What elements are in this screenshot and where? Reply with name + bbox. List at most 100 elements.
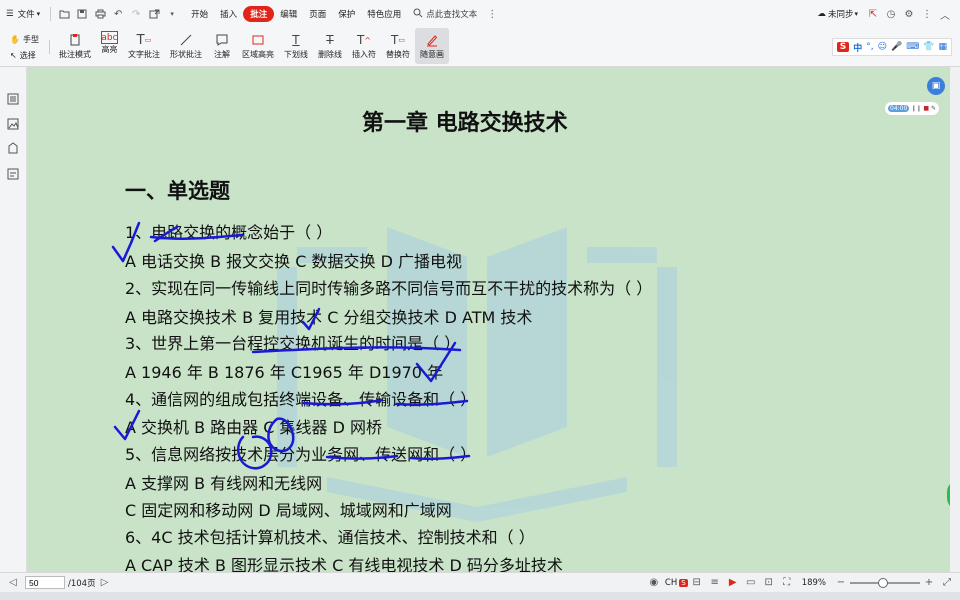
hand-tool[interactable]: ✋ 手型: [10, 34, 39, 45]
page-total: /104页: [68, 578, 96, 589]
more-chevron-icon[interactable]: ▾: [163, 5, 181, 23]
annotation-list-icon[interactable]: [6, 166, 20, 180]
section-heading: 一、单选题: [125, 179, 230, 203]
zoom-in-icon[interactable]: +: [920, 574, 938, 592]
ime-status-logo-icon[interactable]: S: [679, 578, 688, 587]
option-line: A 电路交换技术 B 复用技术 C 分组交换技术 D ATM 技术: [125, 308, 533, 327]
more-menu-icon[interactable]: ⋮: [918, 5, 936, 23]
tab-edit[interactable]: 编辑: [274, 4, 303, 24]
option-line: A CAP 技术 B 图形显示技术 C 有线电视技术 D 码分多址技术: [125, 556, 563, 572]
grid-icon[interactable]: ▦: [938, 42, 947, 52]
fit-width-icon[interactable]: ⊡: [760, 574, 778, 592]
shape-annotation-button[interactable]: 形状批注: [165, 28, 207, 64]
sync-status[interactable]: ☁ 未同步 ▾: [811, 4, 864, 24]
tab-page[interactable]: 页面: [303, 4, 332, 24]
save-icon[interactable]: [73, 5, 91, 23]
underline-button[interactable]: T 下划线: [279, 28, 313, 64]
question-line: 1、电路交换的概念始于（ ）: [125, 223, 333, 242]
outline-icon[interactable]: [6, 91, 20, 105]
bookmark-icon[interactable]: [6, 141, 20, 155]
float-assistant-icon[interactable]: ▣: [927, 77, 945, 95]
freehand-button[interactable]: 随意画: [414, 28, 449, 64]
tab-annotate[interactable]: 批注: [243, 6, 275, 22]
option-line: A 电话交换 B 报文交换 C 数据交换 D 广播电视: [125, 252, 463, 271]
page-title: 第一章 电路交换技术: [362, 111, 568, 136]
search-icon: [413, 8, 423, 21]
skin-icon[interactable]: 👕: [923, 42, 934, 52]
more-vertical-icon[interactable]: ⋮: [483, 5, 501, 23]
zoom-out-icon[interactable]: −: [832, 574, 850, 592]
page-number-input[interactable]: [25, 576, 65, 589]
area-highlight-button[interactable]: 区域高亮: [237, 28, 279, 64]
play-icon[interactable]: ▶: [724, 574, 742, 592]
zoom-level: 189%: [801, 577, 826, 588]
share-icon[interactable]: ⇱: [864, 5, 882, 23]
question-line: 4、通信网的组成包括终端设备、传输设备和（ ）: [125, 390, 477, 409]
tab-features[interactable]: 特色应用: [361, 4, 407, 24]
emoji-icon[interactable]: ☺: [878, 42, 887, 52]
microphone-icon[interactable]: 🎤: [891, 42, 902, 52]
eye-protection-icon[interactable]: ◉: [645, 574, 663, 592]
file-menu[interactable]: ☰ 文件 ▾: [0, 4, 46, 24]
print-icon[interactable]: [91, 5, 109, 23]
replace-button[interactable]: T ▭ 替换符: [381, 28, 415, 64]
search-box[interactable]: 点此查找文本: [407, 4, 483, 24]
insert-caret-button[interactable]: T ^ 插入符: [347, 28, 381, 64]
pen-icon: [422, 31, 442, 49]
annotation-toolbar: ✋ 手型 ↖ 选择 批注模式 abc 高亮 T ▭ 文字批注 形状批注 注解 区域高亮 T…: [0, 28, 960, 67]
text-annotation-button[interactable]: T ▭ 文字批注: [123, 28, 165, 64]
prev-page-icon[interactable]: ◁: [4, 574, 22, 592]
pause-icon[interactable]: ❙❙: [911, 105, 921, 112]
option-line: A 支撑网 B 有线网和无线网: [125, 474, 323, 493]
note-button[interactable]: 注解: [207, 28, 237, 64]
redo-icon[interactable]: ↷: [127, 5, 145, 23]
zoom-slider-thumb[interactable]: [878, 577, 888, 588]
thumbnail-icon[interactable]: [6, 116, 20, 130]
highlight-button[interactable]: abc 高亮: [96, 28, 123, 64]
undo-icon[interactable]: ↶: [109, 5, 127, 23]
question-line: 3、世界上第一台程控交换机诞生的时间是（ ）: [125, 334, 461, 353]
next-page-icon[interactable]: ▷: [96, 574, 114, 592]
ime-status[interactable]: CH: [665, 578, 677, 588]
divider: [50, 7, 52, 21]
zoom-slider[interactable]: [850, 577, 920, 588]
tab-start[interactable]: 开始: [185, 4, 214, 24]
strikethrough-icon: T: [326, 33, 334, 47]
tab-insert[interactable]: 插入: [214, 4, 243, 24]
punctuation-icon[interactable]: °,: [866, 42, 873, 52]
single-page-icon[interactable]: ▭: [742, 574, 760, 592]
chevron-down-icon: ▾: [36, 10, 41, 18]
cursor-icon: ↖: [10, 51, 17, 60]
collapse-icon[interactable]: ︿: [936, 5, 954, 23]
hamburger-icon: ☰: [6, 9, 14, 19]
menu-bar: ☰ 文件 ▾ ↶ ↷ ▾ 开始 插入 批注 编辑 页面 保护 特色应用 点此查找文本…: [0, 0, 960, 28]
mini-floating-panel[interactable]: 04:00 ❙❙ ■ ✎: [885, 102, 939, 115]
mini-badge: 04:00: [888, 105, 910, 112]
pen-small-icon[interactable]: ✎: [931, 105, 936, 112]
vertical-scrollbar[interactable]: [950, 67, 960, 572]
gear-icon[interactable]: ⚙: [900, 5, 918, 23]
comment-icon: [212, 31, 232, 49]
select-tool[interactable]: ↖ 选择: [10, 50, 39, 61]
open-icon[interactable]: [55, 5, 73, 23]
stop-icon[interactable]: ■: [923, 105, 929, 112]
option-line: C 固定网和移动网 D 局域网、城域网和广域网: [125, 501, 452, 520]
divider: [48, 40, 50, 54]
ime-toolbar[interactable]: S 中 °, ☺ 🎤 ⌨ 👕 ▦: [831, 38, 952, 56]
ime-logo: S: [836, 42, 850, 52]
fullscreen-icon[interactable]: ⛶: [778, 574, 796, 592]
tab-protect[interactable]: 保护: [332, 4, 361, 24]
clock-icon[interactable]: ◷: [882, 5, 900, 23]
strikethrough-button[interactable]: T 删除线: [313, 28, 347, 64]
keyboard-icon[interactable]: ⌨: [906, 42, 919, 52]
expand-icon[interactable]: ⤢: [938, 574, 956, 592]
underline-icon: T: [292, 33, 300, 47]
read-mode-icon[interactable]: ⊟: [688, 574, 706, 592]
left-sidebar: [0, 67, 27, 572]
export-icon[interactable]: [145, 5, 163, 23]
annotate-mode-button[interactable]: 批注模式: [54, 28, 96, 64]
insert-caret-icon: T ^: [356, 33, 371, 47]
os-taskbar: [0, 592, 960, 600]
ime-lang[interactable]: 中: [853, 41, 862, 54]
list-icon[interactable]: ≡: [706, 574, 724, 592]
